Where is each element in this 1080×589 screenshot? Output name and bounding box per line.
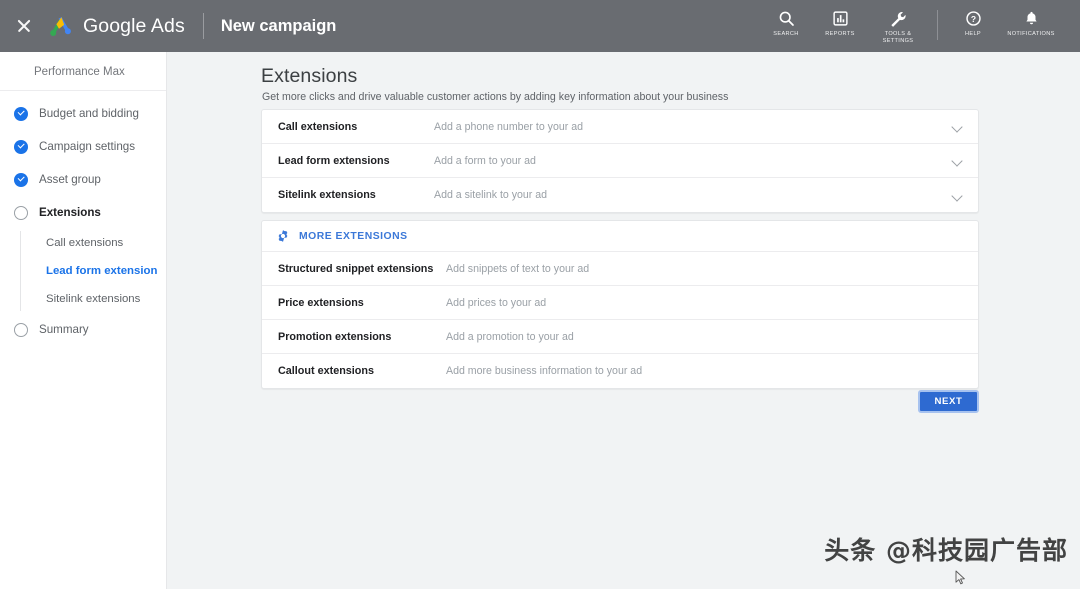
extension-name: Promotion extensions: [278, 330, 392, 343]
reports-button[interactable]: Reports: [813, 0, 867, 38]
campaign-steps-sidebar: Performance Max Budget and bidding Campa…: [0, 52, 167, 589]
gear-icon: [276, 229, 290, 243]
extension-row-price-extensions[interactable]: Price extensions Add prices to your ad: [262, 286, 978, 320]
extension-description: Add prices to your ad: [446, 296, 547, 309]
empty-circle-icon: [14, 322, 28, 337]
bar-chart-icon: [832, 9, 849, 28]
reports-label: Reports: [825, 31, 855, 37]
extension-name: Lead form extensions: [278, 154, 390, 167]
more-extensions-label: MORE EXTENSIONS: [299, 230, 408, 242]
primary-extensions-card: Call extensions Add a phone number to yo…: [261, 109, 979, 213]
app-root: Google Ads New campaign Search: [0, 0, 1080, 589]
extension-name: Callout extensions: [278, 365, 374, 377]
mouse-cursor: [955, 570, 967, 586]
chevron-down-icon[interactable]: [950, 154, 964, 168]
notifications-label: Notifications: [1007, 31, 1055, 37]
search-button[interactable]: Search: [759, 0, 813, 38]
extension-row-lead-form-extensions[interactable]: Lead form extensions Add a form to your …: [262, 144, 978, 178]
sidebar-item-label: Summary: [39, 323, 89, 336]
close-icon[interactable]: [14, 16, 34, 36]
topbar-actions: Search Reports: [759, 0, 1080, 52]
wrench-icon: [889, 9, 907, 28]
page-subtitle: Get more clicks and drive valuable custo…: [262, 91, 729, 103]
extension-name: Structured snippet extensions: [278, 262, 434, 275]
more-extensions-card: MORE EXTENSIONS Structured snippet exten…: [261, 220, 979, 389]
brand-title: Google Ads: [83, 14, 185, 37]
more-extensions-header[interactable]: MORE EXTENSIONS: [262, 221, 978, 252]
page-title: Extensions: [261, 65, 358, 87]
sidebar-item-label: Asset group: [39, 173, 101, 186]
help-label: Help: [964, 31, 981, 37]
sidebar-item-asset-group[interactable]: Asset group: [0, 163, 166, 196]
extension-description: Add more business information to your ad: [446, 365, 643, 377]
tools-settings-button[interactable]: Tools & Settings: [867, 0, 929, 45]
bell-icon: [1023, 9, 1040, 28]
topbar-divider: [202, 13, 204, 39]
next-button[interactable]: NEXT: [918, 390, 979, 413]
check-circle-icon: [14, 139, 28, 154]
extension-description: Add a promotion to your ad: [446, 330, 574, 343]
svg-text:?: ?: [970, 14, 975, 24]
topbar-actions-divider: [937, 10, 938, 40]
sidebar-sub-label: Lead form extension: [46, 265, 158, 277]
top-app-bar: Google Ads New campaign Search: [0, 0, 1080, 52]
extension-row-promotion-extensions[interactable]: Promotion extensions Add a promotion to …: [262, 320, 978, 354]
extension-name: Sitelink extensions: [278, 189, 376, 201]
extension-row-sitelink-extensions[interactable]: Sitelink extensions Add a sitelink to yo…: [262, 178, 978, 212]
extension-description: Add snippets of text to your ad: [446, 262, 590, 275]
extension-row-call-extensions[interactable]: Call extensions Add a phone number to yo…: [262, 110, 978, 144]
page-context-title: New campaign: [220, 16, 337, 35]
extension-name: Price extensions: [278, 296, 364, 309]
sidebar-sub-label: Call extensions: [46, 237, 124, 249]
chevron-down-icon[interactable]: [950, 120, 964, 134]
notifications-button[interactable]: Notifications: [1000, 0, 1062, 38]
check-circle-icon: [14, 106, 28, 121]
extension-row-callout-extensions[interactable]: Callout extensions Add more business inf…: [262, 354, 978, 388]
extension-description: Add a phone number to your ad: [434, 120, 584, 133]
help-button[interactable]: ? Help: [946, 0, 1000, 38]
sidebar-extensions-children: Call extensions Lead form extension Site…: [0, 229, 166, 313]
sidebar-item-summary[interactable]: Summary: [0, 313, 166, 346]
sidebar-item-label: Extensions: [39, 206, 101, 219]
sidebar-item-extensions[interactable]: Extensions: [0, 196, 166, 229]
sidebar-item-lead-form-extension[interactable]: Lead form extension: [0, 257, 166, 285]
help-circle-icon: ?: [965, 9, 982, 28]
sidebar-item-campaign-settings[interactable]: Campaign settings: [0, 130, 166, 163]
sidebar-item-label: Campaign settings: [39, 140, 136, 153]
sidebar-sub-label: Sitelink extensions: [46, 293, 141, 305]
extension-description: Add a sitelink to your ad: [434, 189, 548, 201]
check-circle-icon: [14, 172, 28, 187]
search-label: Search: [773, 31, 799, 37]
main-content: Extensions Get more clicks and drive val…: [167, 52, 1080, 589]
tools-settings-label: Tools & Settings: [882, 31, 914, 44]
sidebar-item-call-extensions[interactable]: Call extensions: [0, 229, 166, 257]
empty-circle-icon: [14, 205, 28, 220]
extension-description: Add a form to your ad: [434, 154, 536, 167]
google-ads-logo-icon: [48, 14, 74, 38]
chevron-down-icon[interactable]: [950, 188, 964, 202]
search-icon: [778, 9, 795, 28]
extension-row-structured-snippet-extensions[interactable]: Structured snippet extensions Add snippe…: [262, 252, 978, 286]
extension-name: Call extensions: [278, 120, 358, 133]
sidebar-campaign-type: Performance Max: [0, 60, 166, 91]
sidebar-item-sitelink-extensions[interactable]: Sitelink extensions: [0, 285, 166, 313]
sidebar-item-budget-and-bidding[interactable]: Budget and bidding: [0, 97, 166, 130]
sidebar-item-label: Budget and bidding: [39, 107, 139, 120]
